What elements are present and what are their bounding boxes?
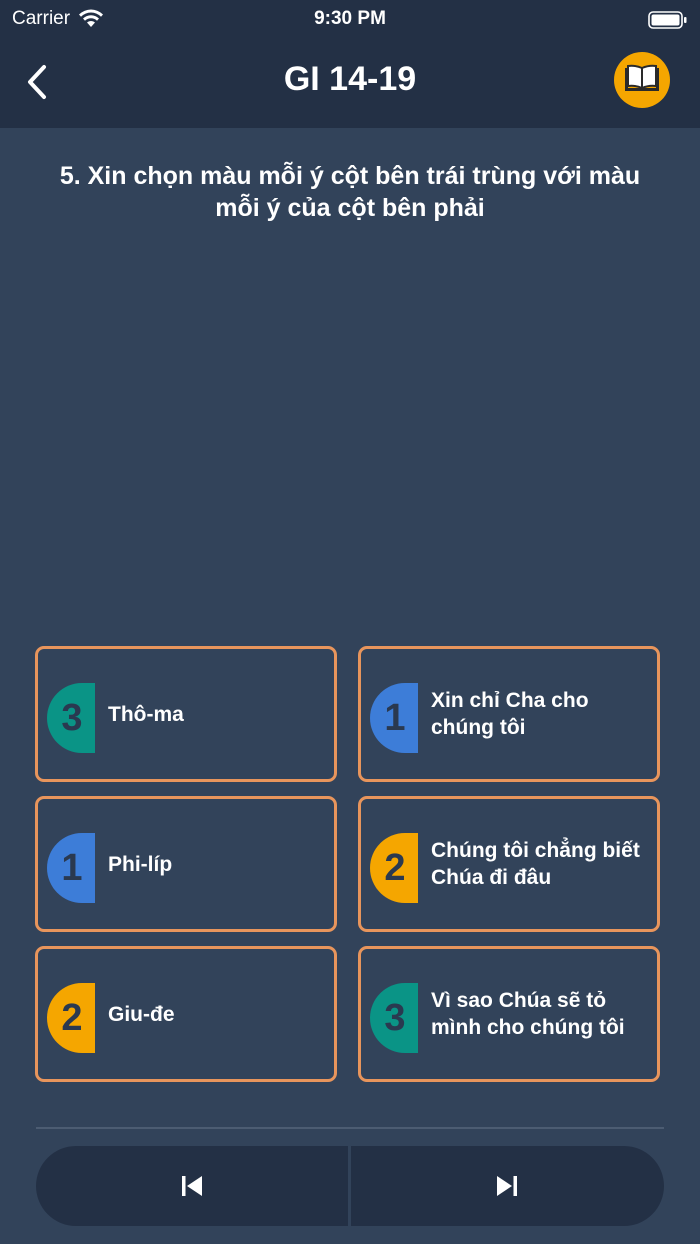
color-badge: 1 [47,833,95,903]
status-time: 9:30 PM [314,8,386,29]
question-text: 5. Xin chọn màu mỗi ý cột bên trái trùng… [59,162,641,222]
next-question-button[interactable] [351,1146,663,1226]
status-bar: Carrier 9:30 PM [0,4,700,34]
page-title: GI 14-19 [283,60,417,98]
right-option-1[interactable]: 1 Xin chỉ Cha cho chúng tôi [358,646,660,782]
color-badge: 3 [47,683,95,753]
color-badge: 3 [370,983,418,1053]
right-option-3[interactable]: 3 Vì sao Chúa sẽ tỏ mình cho chúng tôi [358,946,660,1082]
app-header: Carrier 9:30 PM GI 14-19 [0,0,700,128]
book-button[interactable] [614,52,670,108]
previous-question-button[interactable] [36,1146,348,1226]
right-option-2[interactable]: 2 Chúng tôi chẳng biết Chúa đi đâu [358,796,660,932]
color-badge: 2 [47,983,95,1053]
divider [36,1127,664,1129]
battery-icon [648,11,687,29]
skip-previous-icon [182,1176,202,1196]
left-option-2[interactable]: 1 Phi-líp [35,796,337,932]
skip-next-icon [497,1176,517,1196]
left-option-3[interactable]: 2 Giu-đe [35,946,337,1082]
open-book-icon [625,64,659,91]
option-label: Chúng tôi chẳng biết Chúa đi đâu [431,839,640,889]
color-badge: 1 [370,683,418,753]
option-label: Giu-đe [108,1002,175,1026]
color-badge: 2 [370,833,418,903]
option-label: Vì sao Chúa sẽ tỏ mình cho chúng tôi [431,989,625,1039]
option-label: Thô-ma [108,702,184,726]
option-label: Phi-líp [108,852,173,876]
option-label: Xin chỉ Cha cho chúng tôi [431,689,589,739]
question-navigation [36,1146,664,1226]
left-option-1[interactable]: 3 Thô-ma [35,646,337,782]
